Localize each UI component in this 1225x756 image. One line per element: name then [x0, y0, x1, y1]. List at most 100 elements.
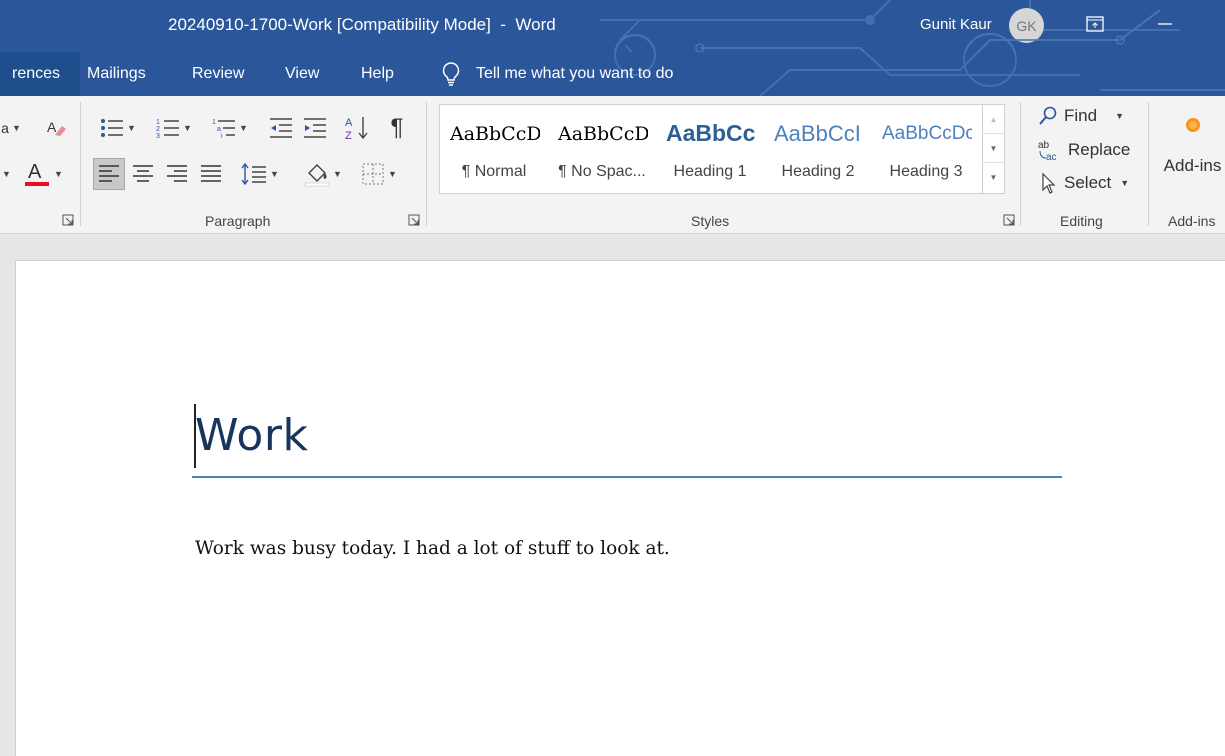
multilevel-list-button[interactable]: 1 a i ▼ — [206, 114, 254, 142]
tab-help[interactable]: Help — [341, 52, 414, 96]
decrease-indent-icon[interactable] — [266, 114, 296, 142]
tell-me-search[interactable]: Tell me what you want to do — [440, 52, 673, 96]
styles-gallery: AaBbCcDc ¶ Normal AaBbCcDc ¶ No Spac... … — [439, 104, 1005, 194]
line-spacing-icon — [241, 163, 267, 185]
ribbon-display-options-icon[interactable] — [1080, 10, 1110, 38]
style-name: ¶ No Spac... — [558, 163, 646, 180]
search-icon — [1039, 106, 1057, 125]
minimize-icon[interactable] — [1150, 10, 1180, 38]
style-no-spacing[interactable]: AaBbCcDc ¶ No Spac... — [548, 105, 656, 193]
document-body-paragraph[interactable]: Work was busy today. I had a lot of stuf… — [195, 538, 670, 559]
divider — [426, 102, 427, 226]
gallery-scroll-down-icon[interactable]: ▼ — [983, 134, 1004, 163]
tab-view[interactable]: View — [265, 52, 339, 96]
style-preview: AaBbCcDc — [882, 123, 972, 144]
numbering-icon: 123 — [156, 119, 180, 139]
title-bar: 20240910-1700-Work [Compatibility Mode] … — [0, 0, 1225, 52]
borders-icon — [362, 163, 384, 185]
divider — [1148, 102, 1149, 226]
shading-icon — [304, 164, 330, 187]
style-normal[interactable]: AaBbCcDc ¶ Normal — [440, 105, 548, 193]
ribbon: a ▼ A ▼ A ▼ ▼ 1 2 3 ▼ 1 a i ▼ AZ ¶ ▼ ▼ ▼… — [0, 96, 1225, 234]
style-preview: AaBbCcDc — [558, 123, 648, 145]
show-formatting-marks-icon[interactable]: ¶ — [382, 114, 412, 142]
styles-dialog-launcher-icon[interactable] — [1003, 214, 1015, 226]
font-color-button[interactable]: A ▼ — [18, 158, 68, 190]
replace-icon: abac — [1038, 140, 1057, 162]
gallery-more-icon[interactable]: ▼ — [983, 163, 1004, 192]
line-spacing-button[interactable]: ▼ — [238, 158, 282, 190]
style-preview: AaBbCcDc — [450, 123, 540, 145]
tab-review[interactable]: Review — [172, 52, 264, 96]
svg-text:1: 1 — [212, 119, 216, 126]
justify-icon[interactable] — [196, 158, 226, 190]
divider — [1020, 102, 1021, 226]
add-ins-button[interactable]: Add-ins — [1160, 116, 1225, 186]
style-name: Heading 1 — [673, 163, 747, 180]
svg-text:2: 2 — [156, 126, 160, 133]
font-name-dropdown[interactable]: a ▼ — [0, 116, 22, 140]
svg-text:ac: ac — [1046, 152, 1057, 162]
paragraph-dialog-launcher-icon[interactable] — [408, 214, 420, 226]
ribbon-tabs: rences Mailings Review View Help Tell me… — [0, 9, 1225, 96]
add-ins-icon — [1185, 118, 1200, 132]
sort-icon[interactable]: AZ — [342, 114, 372, 142]
find-button[interactable]: Find ▼ — [1038, 106, 1124, 126]
bullets-button[interactable]: ▼ — [94, 114, 142, 142]
shading-button[interactable]: ▼ — [298, 158, 348, 190]
style-name: ¶ Normal — [461, 163, 527, 180]
svg-text:1: 1 — [156, 119, 160, 126]
font-dialog-launcher-icon[interactable] — [62, 214, 74, 226]
select-button[interactable]: Select ▼ — [1038, 172, 1129, 194]
find-label: Find — [1064, 106, 1098, 125]
avatar[interactable]: GK — [1009, 8, 1044, 43]
align-center-icon[interactable] — [128, 158, 158, 190]
multilevel-list-icon: 1ai — [212, 119, 236, 139]
add-ins-label: Add-ins — [1163, 156, 1222, 175]
svg-text:A: A — [28, 161, 42, 183]
cursor-arrow-icon — [1042, 172, 1056, 194]
paragraph-group-label: Paragraph — [205, 213, 271, 229]
align-right-icon[interactable] — [162, 158, 192, 190]
style-heading-2[interactable]: AaBbCcI Heading 2 — [764, 105, 872, 193]
style-preview: AaBbCc — [666, 120, 756, 146]
style-name: Heading 3 — [889, 163, 963, 180]
add-ins-group-label: Add-ins — [1168, 213, 1216, 229]
align-left-icon[interactable] — [93, 158, 125, 190]
font-color-icon: A — [25, 161, 50, 186]
clear-formatting-icon[interactable]: A — [42, 114, 70, 142]
title-underline — [192, 476, 1062, 478]
replace-button[interactable]: ab ac Replace — [1038, 138, 1130, 162]
style-preview: AaBbCcI — [774, 121, 861, 146]
svg-text:ab: ab — [1038, 140, 1050, 151]
bullets-icon — [101, 119, 124, 137]
document-page[interactable] — [15, 260, 1225, 756]
replace-label: Replace — [1068, 140, 1131, 159]
divider — [80, 102, 81, 226]
svg-text:A: A — [345, 117, 353, 129]
user-name[interactable]: Gunit Kaur — [920, 16, 992, 33]
tell-me-text: Tell me what you want to do — [476, 65, 674, 82]
svg-text:i: i — [221, 133, 223, 139]
select-label: Select — [1064, 173, 1112, 192]
gallery-scroll: ▲ ▼ ▼ — [982, 105, 1004, 193]
highlight-dropdown[interactable]: ▼ — [0, 162, 11, 186]
svg-text:Z: Z — [345, 130, 352, 141]
svg-text:3: 3 — [156, 133, 160, 139]
styles-group-label: Styles — [691, 213, 730, 229]
style-name: Heading 2 — [781, 163, 855, 180]
style-heading-1[interactable]: AaBbCc Heading 1 — [656, 105, 764, 193]
style-heading-3[interactable]: AaBbCcDc Heading 3 — [872, 105, 980, 193]
svg-text:A: A — [47, 119, 57, 135]
svg-text:a: a — [217, 126, 221, 133]
document-title[interactable]: Work — [195, 410, 308, 461]
tab-mailings[interactable]: Mailings — [67, 52, 166, 96]
numbering-button[interactable]: 1 2 3 ▼ — [150, 114, 198, 142]
editing-group-label: Editing — [1060, 213, 1103, 229]
increase-indent-icon[interactable] — [300, 114, 330, 142]
window-title: 20240910-1700-Work [Compatibility Mode] … — [168, 15, 556, 34]
borders-button[interactable]: ▼ — [354, 158, 404, 190]
circuit-decoration — [600, 0, 1180, 52]
gallery-scroll-up-icon[interactable]: ▲ — [983, 105, 1004, 134]
lightbulb-icon — [442, 62, 460, 86]
